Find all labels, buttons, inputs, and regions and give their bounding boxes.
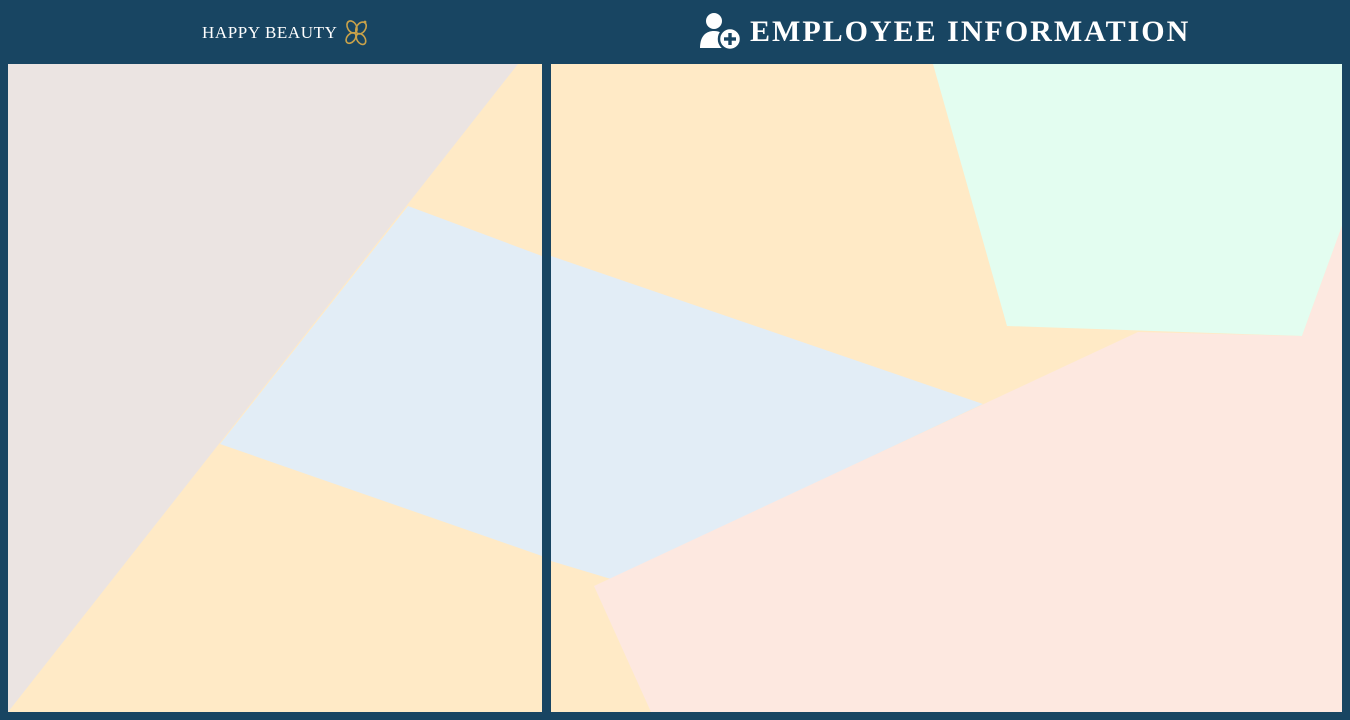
brand-name: HAPPY BEAUTY <box>202 23 338 42</box>
page-title: EMPLOYEE INFORMATION <box>700 12 1190 52</box>
butterfly-flower-icon <box>344 20 367 46</box>
left-panel-background <box>8 64 542 712</box>
brand-logo[interactable]: HAPPY BEAUTY <box>202 17 371 49</box>
top-header-bar: HAPPY BEAUTY EMPLOYEE INFORMATION <box>0 0 1350 64</box>
right-panel-background <box>551 64 1342 712</box>
left-panel-shapes <box>8 64 542 712</box>
add-user-icon <box>700 13 742 52</box>
right-panel-shapes <box>551 64 1342 712</box>
page-title-text: EMPLOYEE INFORMATION <box>750 15 1191 48</box>
